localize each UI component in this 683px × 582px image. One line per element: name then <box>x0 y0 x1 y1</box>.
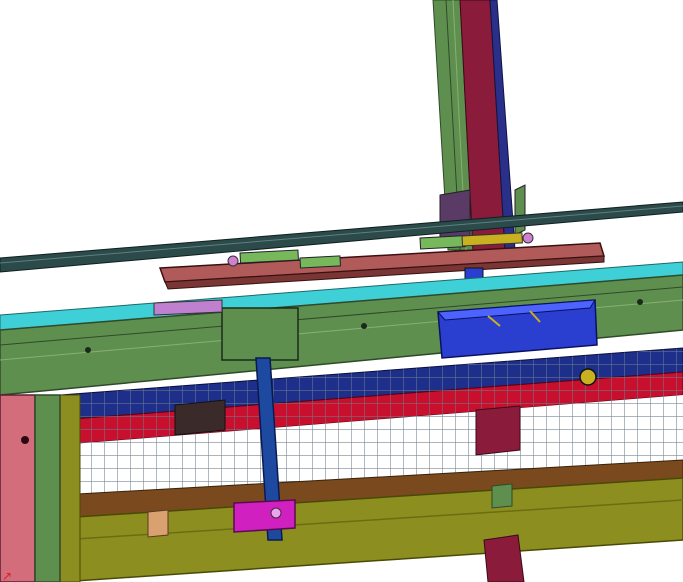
column-base <box>483 534 525 582</box>
pink-panel <box>0 394 36 582</box>
left-end-frame <box>0 394 61 582</box>
bolt-fixture <box>579 368 597 386</box>
assembly-model: ↗ <box>0 0 683 582</box>
cad-3d-viewport[interactable]: ↗ <box>0 0 683 582</box>
axis-triad-icon: ↗ <box>2 569 12 582</box>
beam-bracket <box>221 307 299 361</box>
magenta-clamp-top <box>153 299 223 316</box>
